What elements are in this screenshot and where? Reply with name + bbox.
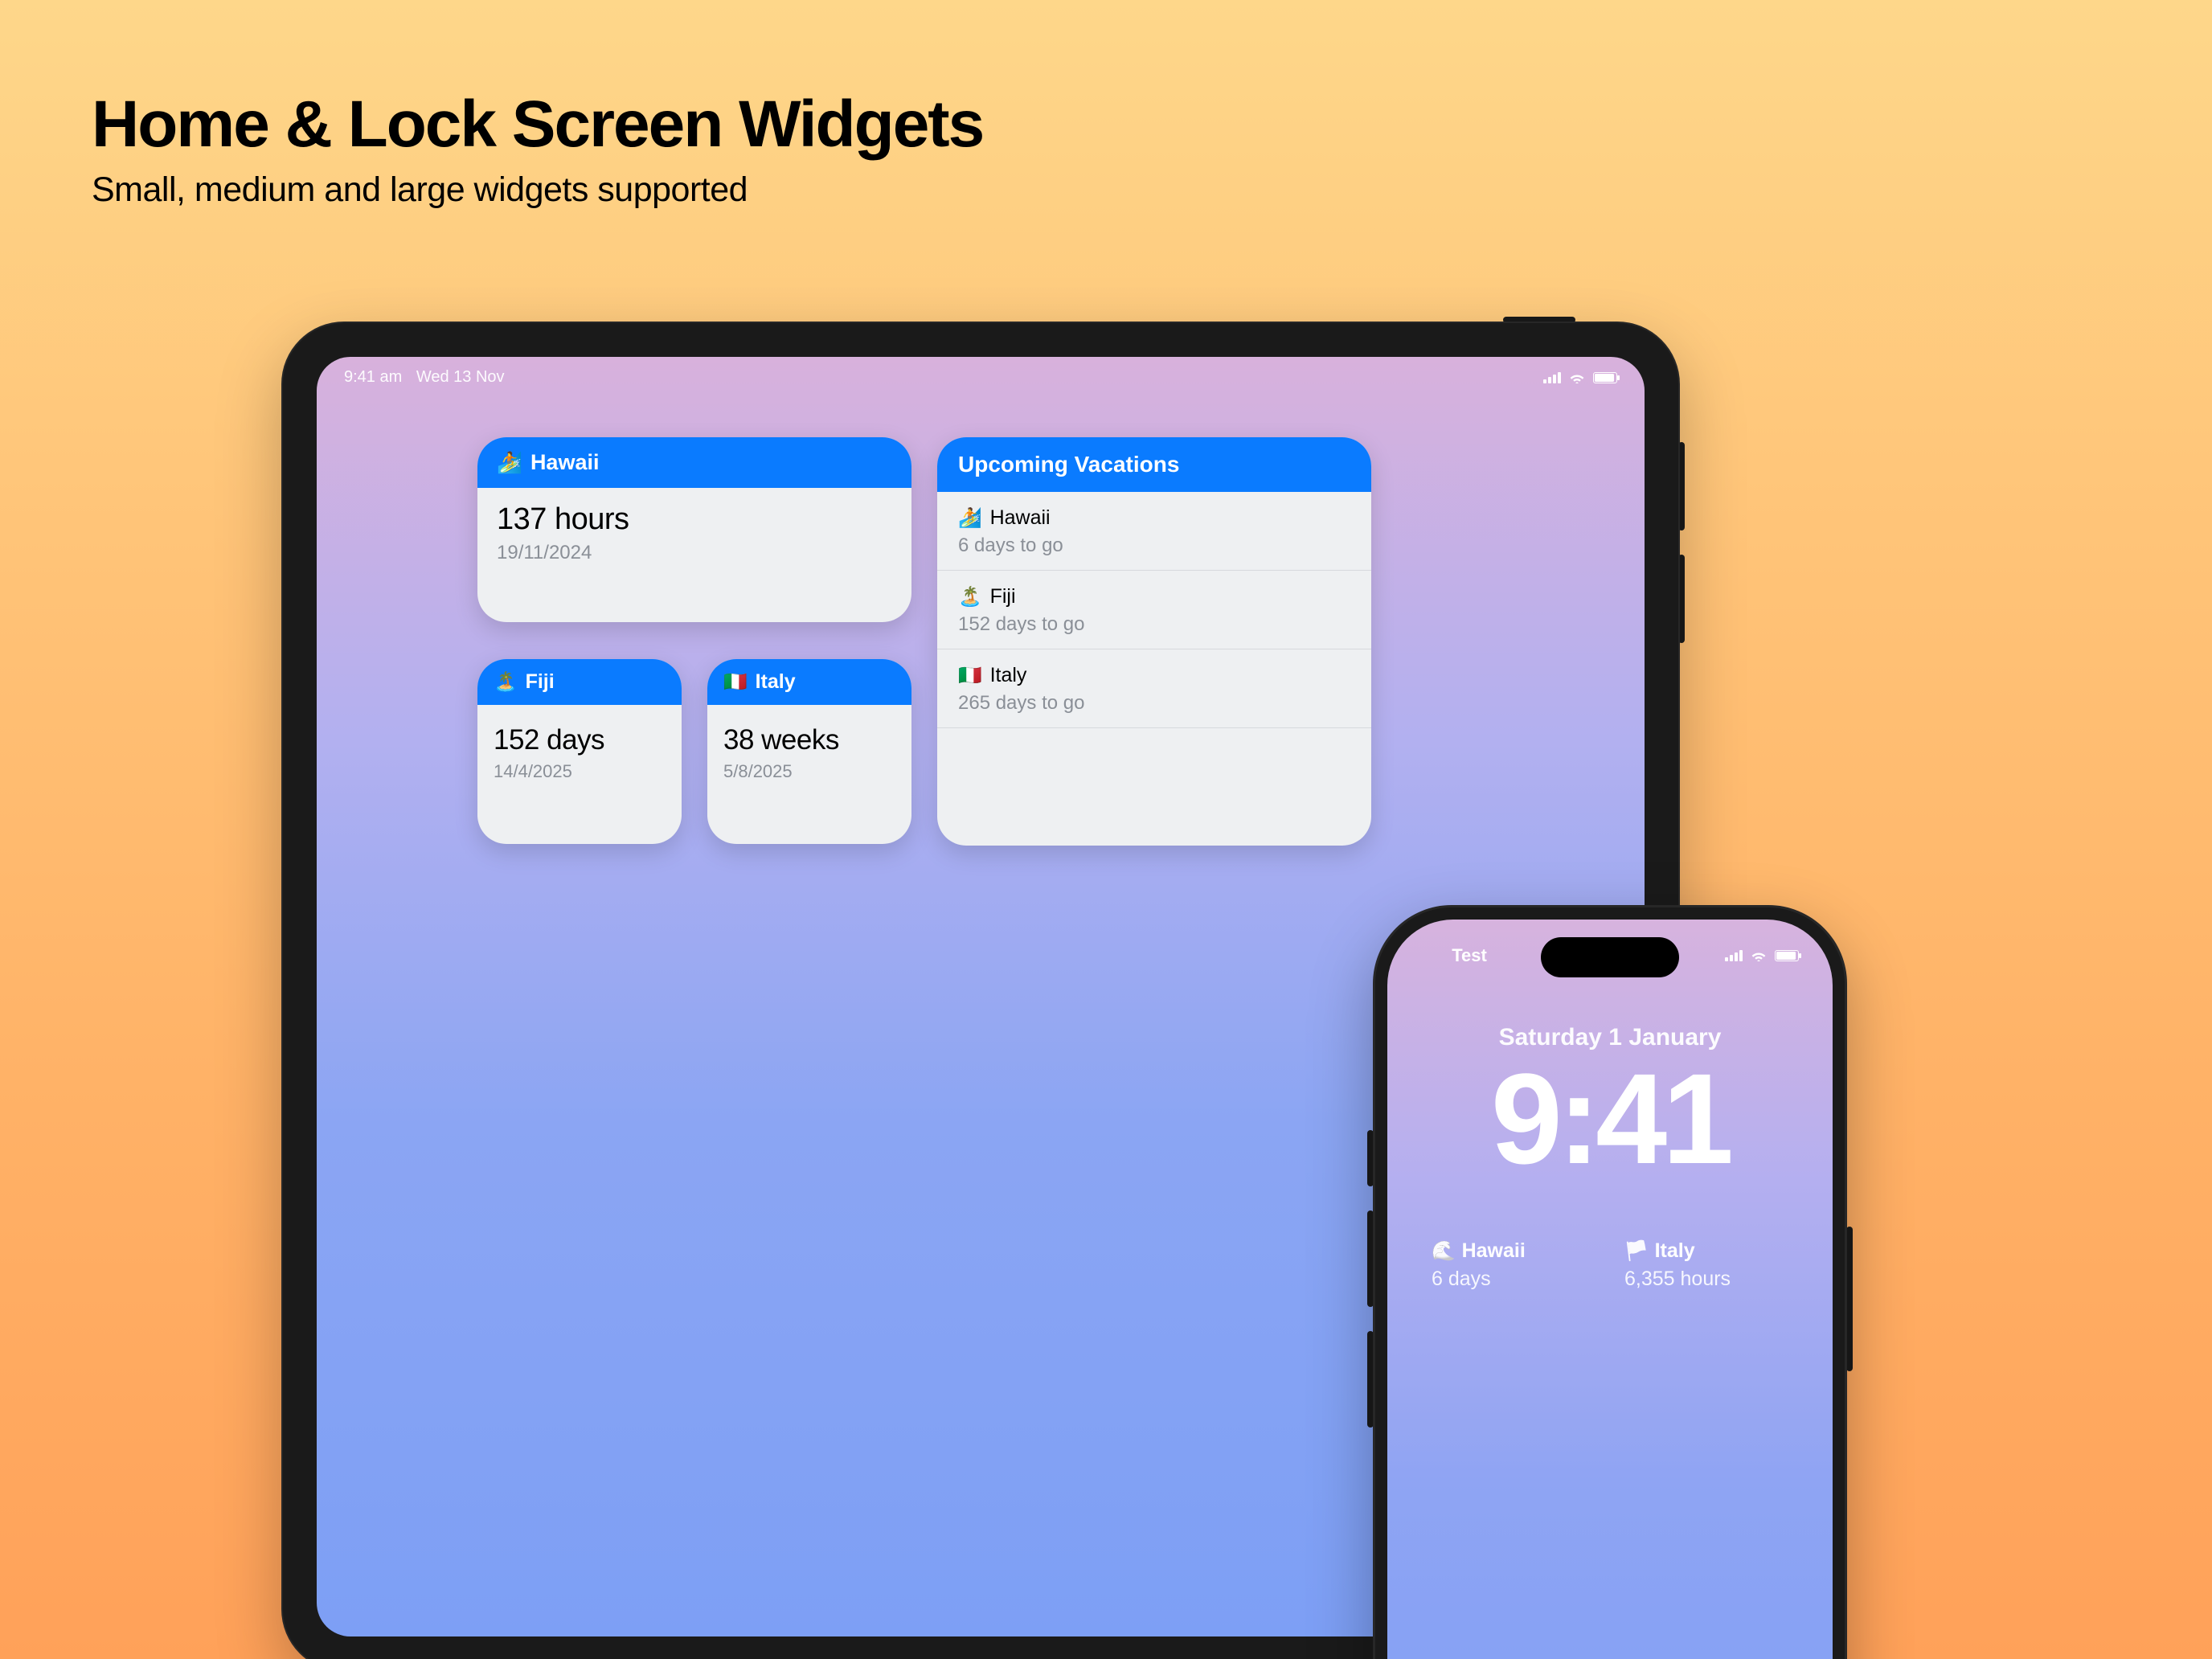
cellular-signal-icon <box>1725 950 1743 961</box>
lock-widget-name: Italy <box>1655 1239 1695 1263</box>
trip-row-italy[interactable]: 🇮🇹 Italy 265 days to go <box>937 649 1371 728</box>
headline-subtitle: Small, medium and large widgets supporte… <box>92 170 983 210</box>
wifi-icon <box>1751 950 1767 961</box>
flag-icon: 🏳️ <box>1624 1239 1649 1263</box>
italy-flag-icon: 🇮🇹 <box>958 664 982 687</box>
trip-countdown: 265 days to go <box>958 692 1350 715</box>
lock-time: 9:41 <box>1387 1055 1833 1183</box>
widget-large-upcoming[interactable]: Upcoming Vacations 🏄 Hawaii 6 days to go <box>937 437 1371 846</box>
widget-title: Upcoming Vacations <box>958 452 1179 477</box>
island-icon: 🏝️ <box>494 670 518 694</box>
lock-widget-italy[interactable]: 🏳️ Italy 6,355 hours <box>1624 1239 1788 1291</box>
widget-medium-hawaii[interactable]: 🏄 Hawaii 137 hours 19/11/2024 <box>477 437 911 622</box>
trip-row-hawaii[interactable]: 🏄 Hawaii 6 days to go <box>937 492 1371 571</box>
surfer-icon: 🏄 <box>958 506 982 530</box>
island-icon: 🏝️ <box>958 585 982 608</box>
widget-small-fiji[interactable]: 🏝️ Fiji 152 days 14/4/2025 <box>477 659 682 844</box>
widget-title: Hawaii <box>530 450 600 475</box>
widget-title: Fiji <box>526 670 555 694</box>
battery-icon <box>1593 372 1617 383</box>
wave-icon: 🌊 <box>1432 1239 1456 1263</box>
lock-clock-area: Saturday 1 January 9:41 <box>1387 1024 1833 1183</box>
lock-widget-name: Hawaii <box>1462 1239 1526 1263</box>
trip-row-fiji[interactable]: 🏝️ Fiji 152 days to go <box>937 571 1371 649</box>
trip-name: Hawaii <box>990 506 1051 530</box>
widget-small-italy[interactable]: 🇮🇹 Italy 38 weeks 5/8/2025 <box>707 659 911 844</box>
iphone-lock-screen: Test Saturday 1 January 9:41 <box>1387 920 1833 1659</box>
iphone-side-button <box>1846 1227 1853 1371</box>
surfer-icon: 🏄 <box>497 451 522 475</box>
italy-flag-icon: 🇮🇹 <box>723 670 748 694</box>
iphone-device: Test Saturday 1 January 9:41 <box>1373 905 1847 1659</box>
lock-widget-hawaii[interactable]: 🌊 Hawaii 6 days <box>1432 1239 1596 1291</box>
trip-countdown: 152 days to go <box>958 613 1350 636</box>
headline-block: Home & Lock Screen Widgets Small, medium… <box>92 90 983 210</box>
widget-title: Italy <box>756 670 796 694</box>
cellular-signal-icon <box>1543 372 1561 383</box>
widget-date: 5/8/2025 <box>723 761 895 782</box>
widget-countdown-value: 38 weeks <box>723 724 895 756</box>
widget-countdown-value: 137 hours <box>497 502 892 537</box>
widget-countdown-value: 152 days <box>494 724 666 756</box>
wifi-icon <box>1569 372 1585 383</box>
iphone-bezel: Test Saturday 1 January 9:41 <box>1373 905 1847 1659</box>
iphone-carrier-label: Test <box>1421 945 1518 966</box>
iphone-status-bar: Test <box>1387 945 1833 966</box>
widget-date: 19/11/2024 <box>497 542 892 564</box>
battery-icon <box>1775 950 1799 961</box>
lock-screen-widgets: 🌊 Hawaii 6 days 🏳️ Italy 6,355 hours <box>1432 1239 1788 1291</box>
ipad-status-date: Wed 13 Nov <box>416 368 505 386</box>
trip-name: Fiji <box>990 585 1016 608</box>
lock-widget-value: 6 days <box>1432 1268 1596 1291</box>
lock-widget-value: 6,355 hours <box>1624 1268 1788 1291</box>
widget-date: 14/4/2025 <box>494 761 666 782</box>
promo-canvas: Home & Lock Screen Widgets Small, medium… <box>0 0 2212 1659</box>
trip-name: Italy <box>990 664 1027 687</box>
ipad-status-bar: 9:41 am Wed 13 Nov <box>317 357 1645 387</box>
ipad-status-time: 9:41 am <box>344 368 402 386</box>
trip-countdown: 6 days to go <box>958 535 1350 557</box>
headline-title: Home & Lock Screen Widgets <box>92 90 983 159</box>
